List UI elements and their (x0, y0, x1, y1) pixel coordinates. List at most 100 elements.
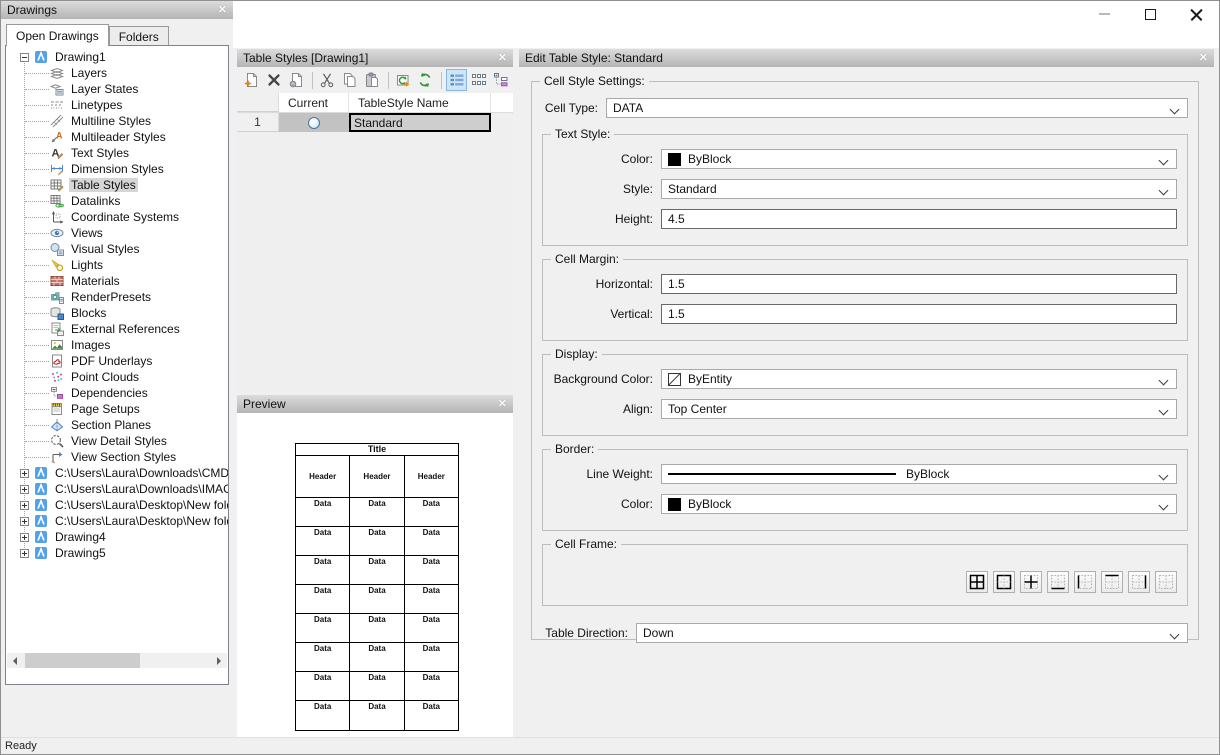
scroll-left-icon[interactable] (7, 653, 22, 668)
tab-open-drawings[interactable]: Open Drawings (6, 24, 109, 46)
collapse-icon[interactable] (20, 53, 29, 62)
tree-item-view-detail-styles[interactable]: View Detail Styles (6, 433, 228, 449)
preview-header-row: HeaderHeaderHeader (296, 456, 458, 498)
scroll-right-icon[interactable] (212, 653, 227, 668)
tree-item-layer-states[interactable]: Layer States (6, 81, 228, 97)
style-name-cell[interactable]: Standard (349, 113, 491, 132)
tree-item-renderpresets[interactable]: RenderPresets (6, 289, 228, 305)
close-icon[interactable]: ✕ (1199, 53, 1208, 64)
tree-item-pdf-underlays[interactable]: PDF Underlays (6, 353, 228, 369)
background-color-dropdown[interactable]: ByEntity (661, 369, 1177, 389)
maximize-button[interactable] (1127, 1, 1173, 27)
cell-frame-top-border-button[interactable] (1101, 571, 1123, 593)
tree-item-views[interactable]: Views (6, 225, 228, 241)
tree-item-table-styles[interactable]: Table Styles (6, 177, 228, 193)
delete-button[interactable] (263, 69, 284, 91)
cell-type-dropdown[interactable]: DATA (606, 98, 1188, 118)
tree-item-c-users-laura-downloads-cmd[interactable]: C:\Users\Laura\Downloads\CMD_- (6, 465, 228, 481)
line-weight-dropdown[interactable]: ByBlock (661, 464, 1177, 484)
cell-frame-bottom-border-button[interactable] (1047, 571, 1069, 593)
close-button[interactable] (1173, 1, 1219, 27)
expand-icon[interactable] (20, 501, 29, 510)
tree-item-lights[interactable]: Lights (6, 257, 228, 273)
edit-table-style-panel: Edit Table Style: Standard ✕ Cell Style … (519, 49, 1214, 737)
tree-item-images[interactable]: Images (6, 337, 228, 353)
tree-item-label: C:\Users\Laura\Desktop\New folde (53, 498, 229, 512)
tree-item-blocks[interactable]: Blocks (6, 305, 228, 321)
drawings-panel-body: Open DrawingsFolders Drawing1LayersLayer… (1, 19, 233, 689)
current-cell[interactable] (279, 113, 349, 132)
tree-item-c-users-laura-downloads-image[interactable]: C:\Users\Laura\Downloads\IMAGE (6, 481, 228, 497)
duplicate-button[interactable] (286, 69, 307, 91)
tab-folders[interactable]: Folders (109, 26, 169, 46)
regen-button[interactable] (393, 69, 414, 91)
tree-item-drawing5[interactable]: Drawing5 (6, 545, 228, 561)
edit-panel-header: Edit Table Style: Standard ✕ (519, 49, 1214, 67)
icons-view-button[interactable] (468, 69, 489, 91)
align-dropdown[interactable]: Top Center (661, 399, 1177, 419)
cell-frame-left-border-button[interactable] (1074, 571, 1096, 593)
text-style-dropdown[interactable]: Standard (661, 179, 1177, 199)
height-input[interactable]: 4.5 (661, 209, 1177, 229)
expand-icon[interactable] (20, 549, 29, 558)
tree-item-drawing4[interactable]: Drawing4 (6, 529, 228, 545)
close-icon[interactable]: ✕ (498, 399, 507, 410)
minimize-button[interactable] (1081, 1, 1127, 27)
tree-item-external-references[interactable]: External References (6, 321, 228, 337)
tree-item-text-styles[interactable]: AText Styles (6, 145, 228, 161)
expand-icon[interactable] (20, 469, 29, 478)
table-direction-dropdown[interactable]: Down (636, 623, 1188, 643)
grid-column-name[interactable]: TableStyle Name (349, 93, 491, 112)
drawing-file-icon (34, 50, 48, 64)
grid-column-current[interactable]: Current (279, 93, 349, 112)
scrollbar-thumb[interactable] (25, 653, 140, 668)
current-radio-selected[interactable] (308, 117, 320, 129)
toolbar-separator (441, 72, 442, 89)
border-color-dropdown[interactable]: ByBlock (661, 494, 1177, 514)
cell-frame-outside-borders-button[interactable] (993, 571, 1015, 593)
tree-item-c-users-laura-desktop-new-folde[interactable]: C:\Users\Laura\Desktop\New folde (6, 497, 228, 513)
cell-frame-all-borders-button[interactable] (966, 571, 988, 593)
cut-button[interactable] (317, 69, 338, 91)
expand-icon[interactable] (20, 485, 29, 494)
tree-item-visual-styles[interactable]: Visual Styles (6, 241, 228, 257)
border-color-value: ByBlock (688, 497, 731, 511)
tree-item-view-section-styles[interactable]: View Section Styles (6, 449, 228, 465)
tree-item-layers[interactable]: Layers (6, 65, 228, 81)
cell-margin-label: Cell Margin: (551, 252, 623, 266)
tree-item-dimension-styles[interactable]: Dimension Styles (6, 161, 228, 177)
details-view-button[interactable] (446, 69, 467, 91)
horizontal-scrollbar[interactable] (7, 653, 227, 668)
tree-item-multiline-styles[interactable]: Multiline Styles (6, 113, 228, 129)
tree-item-label: Multileader Styles (69, 130, 168, 144)
close-icon[interactable]: ✕ (218, 5, 227, 16)
tree-item-linetypes[interactable]: Linetypes (6, 97, 228, 113)
refresh-button[interactable] (415, 69, 436, 91)
cell-frame-no-borders-button[interactable] (1155, 571, 1177, 593)
copy-button[interactable] (339, 69, 360, 91)
expand-icon[interactable] (20, 533, 29, 542)
tree-item-datalinks[interactable]: Datalinks (6, 193, 228, 209)
table-style-row[interactable]: 1Standard (237, 113, 513, 132)
tree-item-drawing1[interactable]: Drawing1 (6, 49, 228, 65)
vertical-margin-input[interactable]: 1.5 (661, 304, 1177, 324)
tree-item-dependencies[interactable]: Dependencies (6, 385, 228, 401)
text-color-dropdown[interactable]: ByBlock (661, 149, 1177, 169)
tree-item-multileader-styles[interactable]: AMultileader Styles (6, 129, 228, 145)
paste-button[interactable] (361, 69, 382, 91)
tree-view-button[interactable] (491, 69, 512, 91)
tree-item-c-users-laura-desktop-new-folde[interactable]: C:\Users\Laura\Desktop\New folde (6, 513, 228, 529)
tree-item-point-clouds[interactable]: Point Clouds (6, 369, 228, 385)
cell-frame-right-border-button[interactable] (1128, 571, 1150, 593)
close-icon[interactable]: ✕ (498, 53, 507, 64)
expand-icon[interactable] (20, 517, 29, 526)
horizontal-margin-input[interactable]: 1.5 (661, 274, 1177, 294)
tree-item-section-planes[interactable]: Section Planes (6, 417, 228, 433)
style-label: Style: (553, 182, 653, 196)
tree-item-label: Drawing4 (53, 530, 108, 544)
tree-item-materials[interactable]: Materials (6, 273, 228, 289)
tree-item-page-setups[interactable]: Page Setups (6, 401, 228, 417)
cell-frame-inside-borders-button[interactable] (1020, 571, 1042, 593)
tree-item-coordinate-systems[interactable]: Coordinate Systems (6, 209, 228, 225)
new-item-button[interactable] (241, 69, 262, 91)
